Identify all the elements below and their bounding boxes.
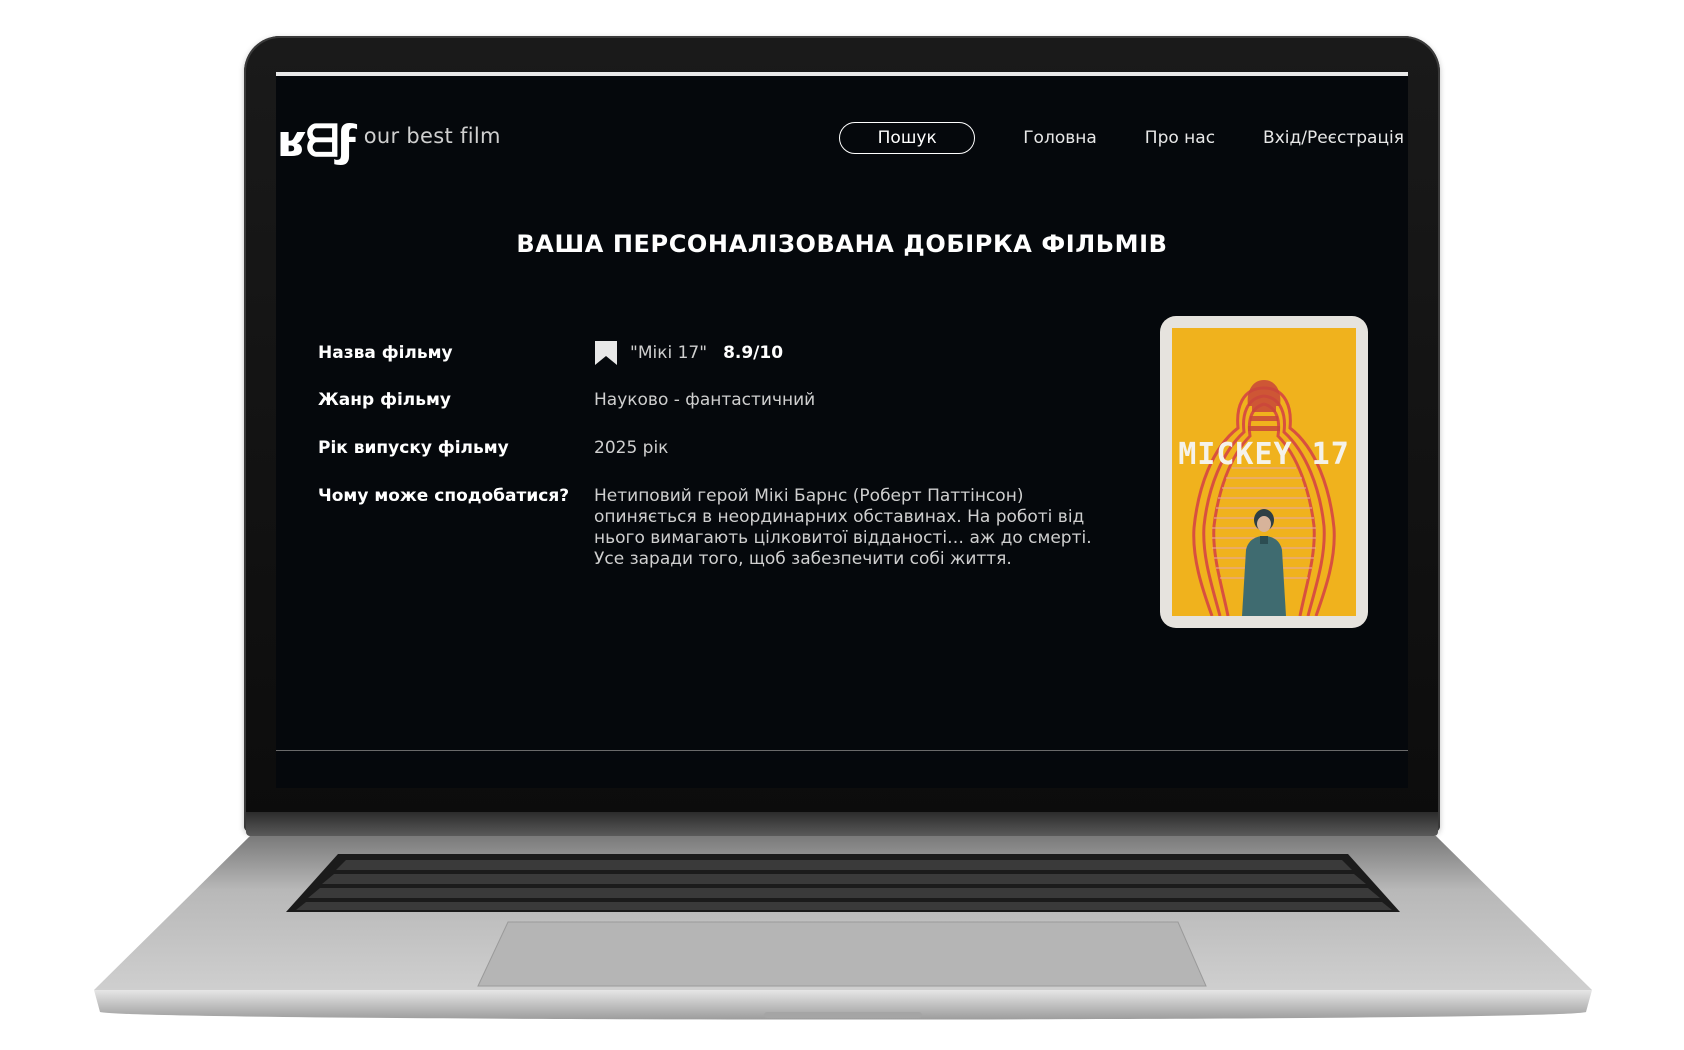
bookmark-icon[interactable] <box>594 340 618 366</box>
site-logo[interactable]: ʁᗺϝ our best film <box>278 116 501 167</box>
movie-poster[interactable]: MICKEY 17 <box>1160 316 1368 628</box>
laptop-hinge <box>246 812 1438 836</box>
nav-link-home[interactable]: Головна <box>1023 128 1097 148</box>
year-label: Рік випуску фільму <box>318 438 509 458</box>
title-label: Назва фільму <box>318 343 453 363</box>
laptop-base <box>94 836 1592 1020</box>
detail-row-genre: Жанр фільму Науково - фантастичний <box>318 376 1098 424</box>
nav-link-about[interactable]: Про нас <box>1145 128 1215 148</box>
logo-tagline: our best film <box>363 124 501 148</box>
movie-rating: 8.9/10 <box>723 342 784 363</box>
why-value: Нетиповий герой Мікі Барнс (Роберт Патті… <box>594 486 1092 569</box>
detail-row-title: Назва фільму "Мікі 17" 8.9/10 <box>318 330 1098 376</box>
page-title: ВАША ПЕРСОНАЛІЗОВАНА ДОБІРКА ФІЛЬМІВ <box>516 230 1168 258</box>
movie-name: "Мікі 17" <box>630 342 708 363</box>
poster-title: MICKEY 17 <box>1178 437 1350 472</box>
poster-image: MICKEY 17 <box>1172 328 1356 616</box>
title-value: "Мікі 17" 8.9/10 <box>594 340 1098 366</box>
detail-row-why: Чому може сподобатися? Нетиповий герой М… <box>318 486 1098 570</box>
logo-mark: ʁᗺϝ <box>278 116 360 167</box>
main-nav: Пошук Головна Про нас Вхід/Реєстрація <box>839 122 1404 154</box>
why-label: Чому може сподобатися? <box>318 486 570 506</box>
laptop-mockup: ʁᗺϝ our best film Пошук Головна Про нас … <box>0 0 1684 1050</box>
movie-details: Назва фільму "Мікі 17" 8.9/10 Жанр фільм… <box>318 330 1098 570</box>
genre-value: Науково - фантастичний <box>594 389 816 410</box>
year-value: 2025 рік <box>594 437 669 458</box>
genre-label: Жанр фільму <box>318 390 451 410</box>
detail-row-year: Рік випуску фільму 2025 рік <box>318 424 1098 472</box>
nav-link-login[interactable]: Вхід/Реєстрація <box>1263 128 1404 148</box>
footer-divider <box>276 750 1408 751</box>
search-button[interactable]: Пошук <box>839 122 976 154</box>
laptop-screen: ʁᗺϝ our best film Пошук Головна Про нас … <box>276 72 1408 788</box>
